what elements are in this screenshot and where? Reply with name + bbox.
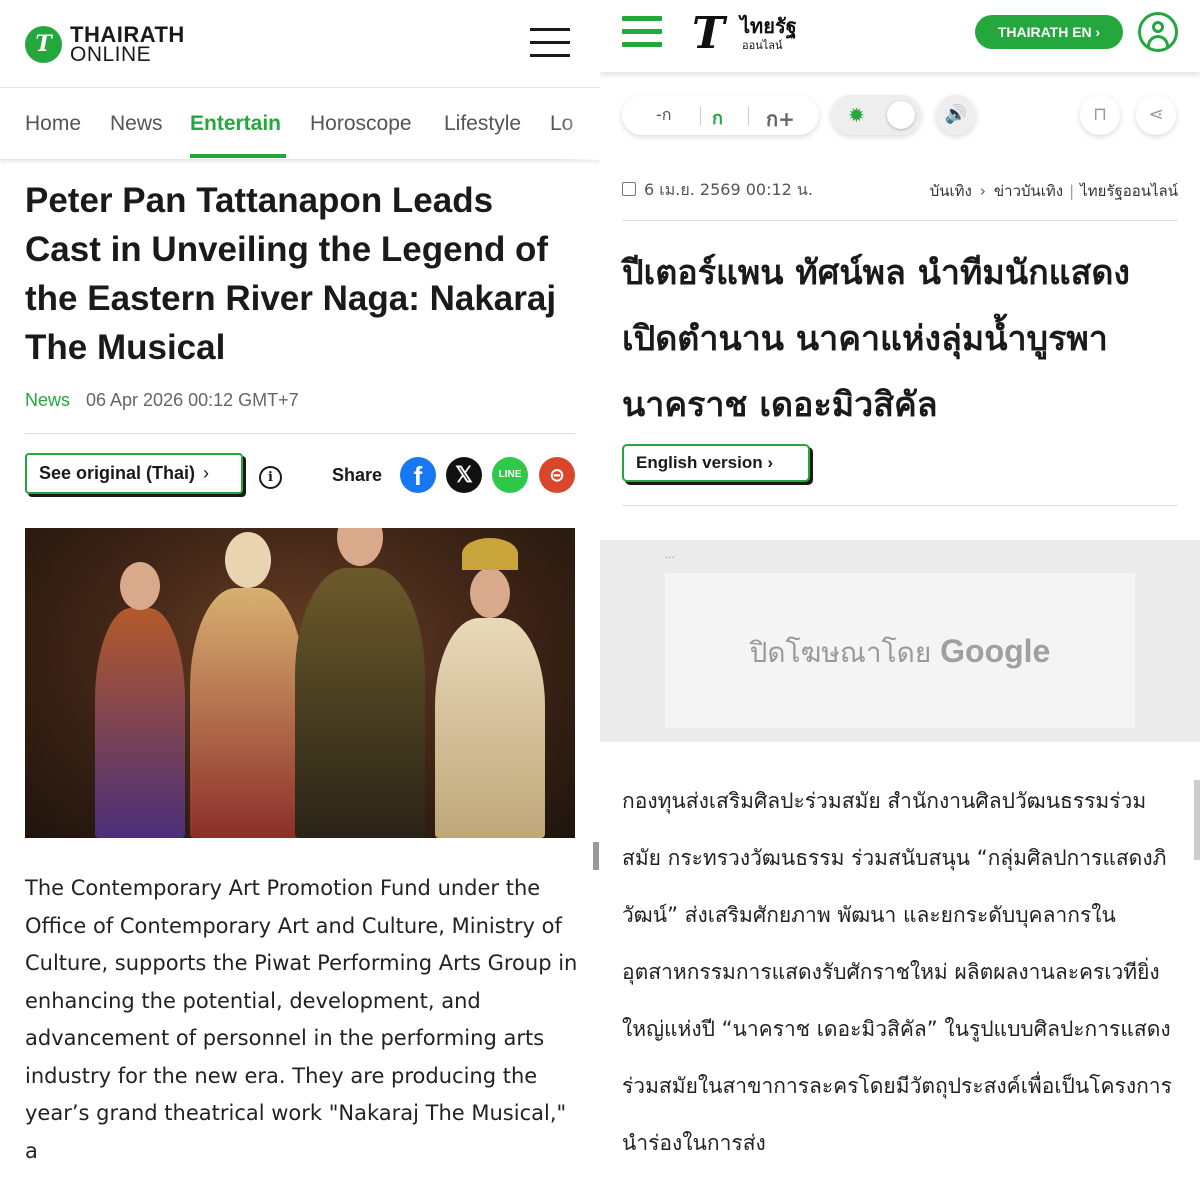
article-category-link[interactable]: News xyxy=(25,390,70,411)
thairath-logo-icon[interactable]: T xyxy=(692,8,725,59)
performer-figure xyxy=(435,538,545,838)
article-title: ปีเตอร์แพน ทัศน์พล นำทีมนักแสดง เปิดตำนา… xyxy=(622,253,1131,425)
see-original-button[interactable]: See original (Thai) › xyxy=(25,453,243,494)
article-date: 6 เม.ย. 2569 00:12 น. xyxy=(622,178,813,203)
font-size-control: -ก ก ก+ xyxy=(622,95,819,135)
divider xyxy=(25,433,575,434)
breadcrumb: บันเทิง › ข่าวบันเทิง | ไทยรัฐออนไลน์ xyxy=(929,182,1178,200)
article-title: Peter Pan Tattanapon Leads Cast in Unvei… xyxy=(25,181,557,367)
info-icon[interactable]: i xyxy=(259,466,282,489)
calendar-icon xyxy=(622,182,636,196)
english-version-button[interactable]: English version › xyxy=(622,444,810,482)
bookmark-icon[interactable]: ⊓ xyxy=(1080,95,1120,135)
divider xyxy=(622,505,1178,506)
breadcrumb-item[interactable]: บันเทิง xyxy=(930,182,972,200)
performer-figure xyxy=(190,532,305,838)
site-header: T ไทยรัฐ ออนไลน์ THAIRATH EN › xyxy=(600,0,1200,72)
chevron-right-icon: › xyxy=(979,182,986,200)
breadcrumb-item[interactable]: ไทยรัฐออนไลน์ xyxy=(1080,182,1178,200)
divider xyxy=(622,220,1178,221)
article-date-text: 6 เม.ย. 2569 00:12 น. xyxy=(644,180,813,199)
english-article-panel: T THAIRATH ONLINE Home News Entertain Ho… xyxy=(0,0,600,1200)
hamburger-menu-icon[interactable] xyxy=(530,28,570,60)
facebook-icon[interactable]: f xyxy=(400,457,436,493)
ad-options[interactable]: ... xyxy=(665,550,675,561)
thairath-logo-icon[interactable]: T xyxy=(25,26,62,63)
ad-closed-label: ปิดโฆษณาโดย xyxy=(749,636,932,669)
chevron-right-icon: › xyxy=(767,453,773,472)
chevron-right-icon: › xyxy=(1095,24,1101,40)
see-original-label: See original (Thai) xyxy=(39,463,196,483)
share-label: Share xyxy=(332,465,383,485)
hamburger-menu-icon[interactable] xyxy=(622,16,662,48)
link-icon[interactable]: ⊝ xyxy=(539,457,575,493)
x-icon[interactable]: 𝕏 xyxy=(446,457,482,493)
font-default-button[interactable]: ก xyxy=(712,103,723,132)
sun-icon: ✹ xyxy=(848,103,865,127)
line-icon[interactable]: LINE xyxy=(492,457,528,493)
article-date: 06 Apr 2026 00:12 GMT+7 xyxy=(86,390,299,410)
thai-article-panel: T ไทยรัฐ ออนไลน์ THAIRATH EN › -ก ก ก+ ✹… xyxy=(600,0,1200,1200)
article-body: The Contemporary Art Promotion Fund unde… xyxy=(25,876,578,1163)
font-decrease-button[interactable]: -ก xyxy=(656,103,671,128)
performer-figure xyxy=(295,528,425,838)
article-hero-image xyxy=(25,528,575,838)
logo-text-line2[interactable]: ONLINE xyxy=(70,43,151,67)
nav-item-news[interactable]: News xyxy=(110,112,163,136)
scrollbar-thumb[interactable] xyxy=(1194,780,1200,860)
share-icon[interactable]: ⋖ xyxy=(1136,95,1176,135)
nav-scroll-fade xyxy=(560,88,600,160)
ad-slot: ... ปิดโฆษณาโดย Google xyxy=(600,540,1200,742)
ad-closed-text: ปิดโฆษณาโดย Google xyxy=(665,631,1135,675)
ad-closed-box: ปิดโฆษณาโดย Google xyxy=(665,573,1135,728)
active-tab-indicator xyxy=(190,154,286,158)
nav-item-home[interactable]: Home xyxy=(25,112,81,136)
site-header: T THAIRATH ONLINE xyxy=(0,0,600,88)
font-increase-button[interactable]: ก+ xyxy=(766,103,795,135)
nav-item-entertain[interactable]: Entertain xyxy=(190,112,281,136)
category-nav: Home News Entertain Horoscope Lifestyle … xyxy=(0,88,600,160)
performer-figure xyxy=(95,562,185,838)
toggle-knob xyxy=(887,101,915,129)
user-account-icon[interactable] xyxy=(1138,12,1178,52)
thairath-en-label: THAIRATH EN xyxy=(997,24,1092,40)
chevron-right-icon: › xyxy=(203,463,210,483)
nav-item-lifestyle[interactable]: Lifestyle xyxy=(444,112,521,136)
nav-item-horoscope[interactable]: Horoscope xyxy=(310,112,412,136)
article-body: กองทุนส่งเสริมศิลปะร่วมสมัย สำนักงานศิลป… xyxy=(622,789,1172,1155)
theme-toggle[interactable]: ✹ xyxy=(831,95,921,135)
logo-text-line2[interactable]: ออนไลน์ xyxy=(742,36,783,54)
breadcrumb-item[interactable]: ข่าวบันเทิง xyxy=(994,182,1063,200)
google-brand: Google xyxy=(940,633,1051,669)
thairath-en-button[interactable]: THAIRATH EN › xyxy=(975,15,1123,49)
scrollbar-thumb[interactable] xyxy=(593,842,599,870)
english-version-label: English version xyxy=(636,453,763,472)
speaker-icon[interactable]: 🔊 xyxy=(936,95,976,135)
